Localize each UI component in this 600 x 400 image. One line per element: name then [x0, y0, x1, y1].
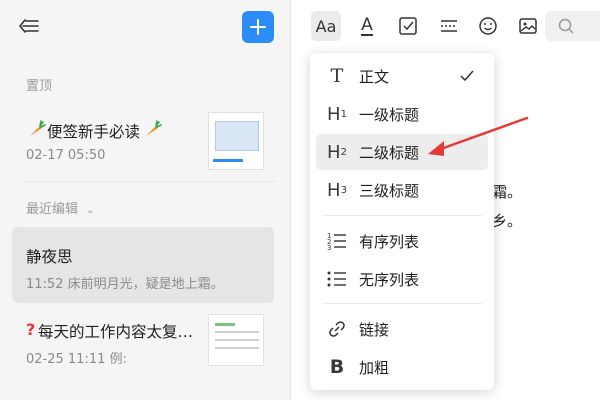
image-icon [519, 18, 537, 34]
new-note-button[interactable] [242, 11, 274, 43]
check-icon [460, 70, 474, 82]
divider [26, 181, 276, 182]
svg-text:3: 3 [327, 244, 331, 252]
menu-item-heading-2[interactable]: H2 二级标题 [316, 134, 488, 170]
chevron-down-icon: ⌄ [86, 205, 95, 216]
doc-text-fragment: 霜。 [492, 183, 523, 201]
font-color-icon: A [361, 15, 373, 36]
note-title: 静夜思 [26, 248, 73, 266]
carrot-emoji-icon [26, 119, 46, 139]
font-color-button[interactable]: A [352, 11, 382, 41]
menu-item-ordered-list[interactable]: 1 2 3 有序列表 [316, 223, 488, 259]
search-icon [558, 18, 574, 34]
bullet-list-icon [324, 266, 350, 292]
checkbox-button[interactable] [393, 11, 423, 41]
emoji-button[interactable] [473, 11, 503, 41]
divider-button[interactable] [434, 11, 464, 41]
menu-item-bold[interactable]: B 加粗 [316, 349, 488, 385]
text-icon: T [330, 65, 344, 87]
menu-separator [322, 303, 482, 304]
note-title: 便签新手必读 [47, 123, 141, 141]
collapse-sidebar-icon[interactable] [16, 13, 42, 39]
menu-item-link[interactable]: 链接 [316, 311, 488, 347]
divider-line-icon [441, 20, 457, 32]
image-button[interactable] [513, 11, 543, 41]
note-meta: 02-25 11:11 例: [26, 352, 127, 367]
menu-item-heading-1[interactable]: H1 一级标题 [316, 96, 488, 132]
doc-text-fragment: 乡。 [492, 212, 523, 230]
plus-icon [250, 19, 266, 35]
menu-item-heading-3[interactable]: H3 三级标题 [316, 172, 488, 208]
note-meta: 11:52 床前明月光，疑是地上霜。 [26, 277, 224, 292]
checkbox-icon [399, 17, 417, 35]
text-style-icon: Aa [315, 16, 337, 36]
text-style-menu: T 正文 H1 一级标题 H2 二级标题 H3 三级标题 1 2 3 有序列表 … [310, 53, 494, 390]
smiley-icon [479, 17, 497, 35]
heading-2-icon: H2 [327, 141, 347, 163]
heading-1-icon: H1 [327, 103, 347, 125]
recent-section-label[interactable]: 最近编辑 ⌄ [26, 198, 95, 217]
note-thumbnail [208, 314, 264, 366]
text-style-button[interactable]: Aa [311, 11, 341, 41]
search-input[interactable] [545, 11, 600, 41]
heading-3-icon: H3 [327, 179, 347, 201]
bold-icon: B [329, 356, 345, 378]
question-mark-emoji-icon: ? [26, 320, 36, 339]
note-title: 每天的工作内容太复… [38, 323, 194, 341]
menu-item-bullet-list[interactable]: 无序列表 [316, 261, 488, 297]
ordered-list-icon: 1 2 3 [324, 228, 350, 254]
carrot-emoji-icon [142, 119, 162, 139]
menu-item-body-text[interactable]: T 正文 [316, 58, 488, 94]
link-icon [324, 316, 350, 342]
list-item-note-2[interactable]: 静夜思 11:52 床前明月光，疑是地上霜。 [12, 227, 274, 303]
menu-separator [322, 215, 482, 216]
note-list-sidebar: 置顶 便签新手必读 02-17 05:50 最近编辑 ⌄ 静夜思 11:52 床… [0, 0, 291, 400]
pinned-section-label: 置顶 [26, 79, 53, 94]
list-item-note-1[interactable]: 便签新手必读 02-17 05:50 [12, 104, 274, 180]
note-time: 02-17 05:50 [26, 148, 106, 163]
list-item-note-3[interactable]: ? 每天的工作内容太复… 02-25 11:11 例: [12, 308, 274, 384]
note-thumbnail [208, 112, 264, 170]
